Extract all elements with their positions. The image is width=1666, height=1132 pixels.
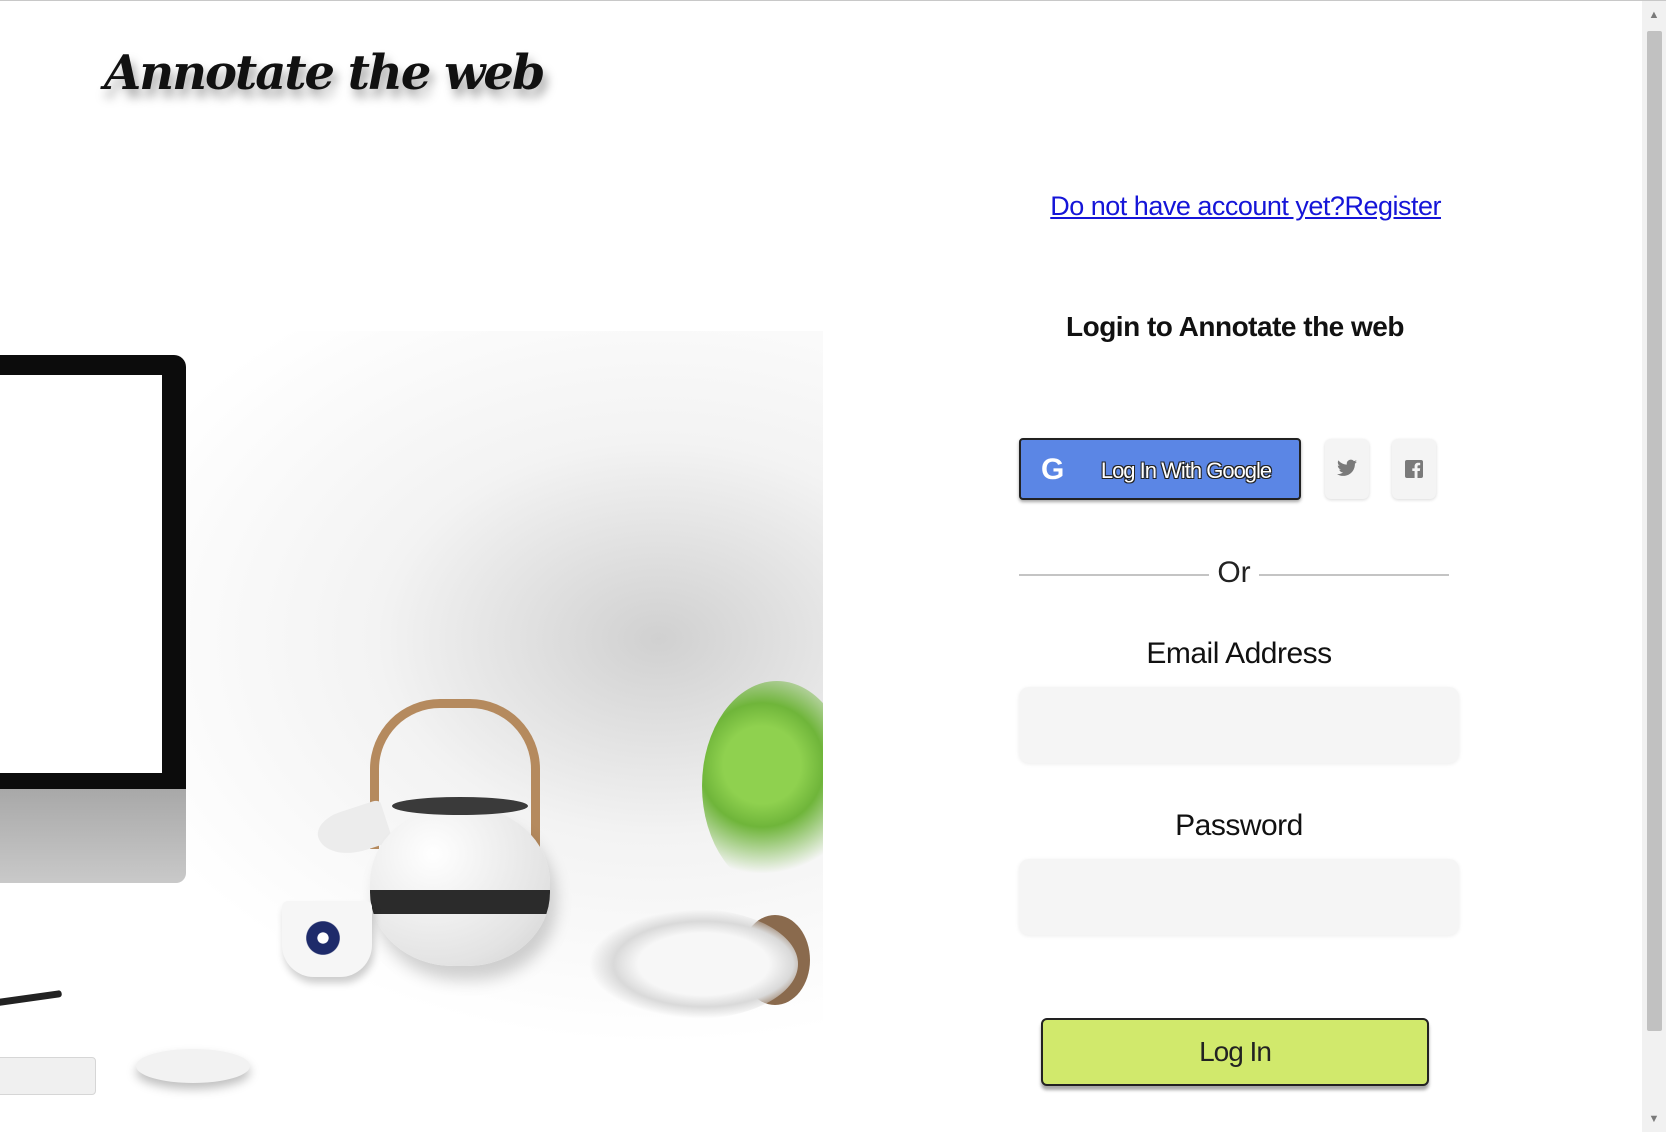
teapot-lid	[392, 797, 528, 815]
divider-text: Or	[1217, 556, 1251, 589]
monitor-chin	[0, 789, 186, 883]
facebook-icon	[1405, 460, 1423, 478]
google-login-label: Log In With Google	[1100, 458, 1272, 483]
google-login-button[interactable]: G Log In With Google	[1019, 438, 1301, 500]
divider-line-right	[1259, 574, 1449, 576]
keyboard-illustration	[0, 1057, 96, 1095]
login-submit-button[interactable]: Log In	[1041, 1018, 1429, 1086]
headphones-illustration	[588, 909, 798, 1019]
twitter-icon	[1337, 459, 1357, 476]
site-logo[interactable]: Annotate the web	[104, 45, 545, 101]
page-scrollbar[interactable]: ▲ ▼	[1642, 1, 1666, 1132]
register-link[interactable]: Do not have account yet?Register	[1050, 191, 1441, 222]
monitor-screen	[0, 375, 162, 773]
teapot-illustration	[370, 806, 550, 966]
desk-illustration	[0, 331, 823, 1101]
email-label: Email Address	[1146, 637, 1332, 670]
twitter-login-button[interactable]	[1325, 439, 1369, 499]
scrollbar-thumb[interactable]	[1647, 31, 1662, 1031]
or-divider: Or	[1019, 556, 1449, 592]
teapot-band	[370, 890, 550, 914]
password-field[interactable]	[1019, 859, 1459, 935]
mouse-illustration	[136, 1049, 250, 1083]
facebook-login-button[interactable]	[1392, 439, 1436, 499]
login-title: Login to Annotate the web	[1066, 311, 1404, 342]
scroll-down-arrow-icon[interactable]: ▼	[1642, 1107, 1666, 1131]
password-label: Password	[1175, 809, 1303, 842]
login-page: Annotate the web Do not have account yet…	[0, 0, 1666, 1132]
email-field[interactable]	[1019, 687, 1459, 763]
monitor-illustration	[0, 355, 186, 795]
google-icon: G	[1041, 453, 1065, 486]
scroll-up-arrow-icon[interactable]: ▲	[1642, 3, 1666, 27]
cup-flower-pattern	[302, 917, 344, 959]
cup-illustration	[282, 901, 372, 977]
